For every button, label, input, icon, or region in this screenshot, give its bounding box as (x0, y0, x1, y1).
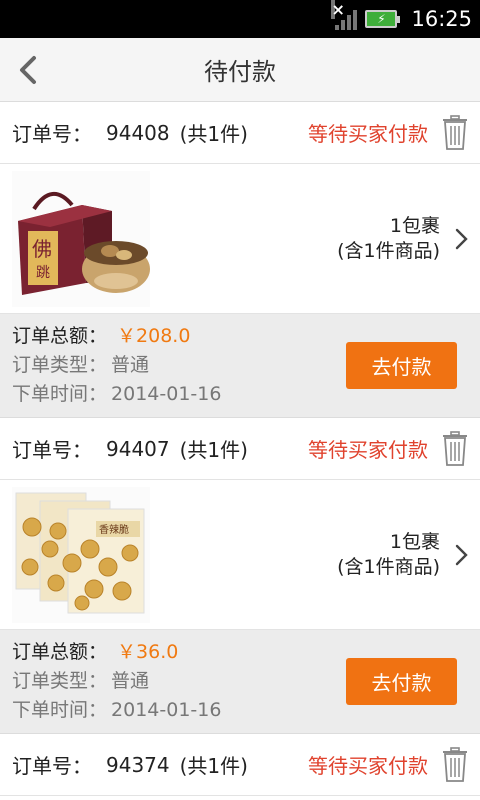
order-total-line: 订单总额： ￥208.0 (12, 324, 221, 349)
order-type-line: 订单类型： 普通 (12, 669, 221, 694)
pay-button[interactable]: 去付款 (346, 658, 457, 705)
package-info: 1包裹 (含1件商品) (337, 530, 440, 580)
order-time-value: 2014-01-16 (111, 699, 222, 721)
chevron-left-icon (20, 56, 36, 84)
pay-button[interactable]: 去付款 (346, 342, 457, 389)
order-type-value: 普通 (111, 670, 150, 692)
order-total-line: 订单总额： ￥36.0 (12, 640, 221, 665)
trash-icon[interactable] (442, 430, 468, 467)
order-no-label: 订单号： (12, 122, 92, 146)
status-bar: × ⚡ 16:25 (0, 0, 480, 38)
product-image-snack-bags: 香辣脆 (12, 486, 150, 623)
chevron-right-icon (455, 544, 468, 565)
order-time-label: 下单时间： (12, 383, 108, 405)
order-summary: 订单总额： ￥36.0 订单类型： 普通 下单时间： 2014-01-16 去付款 (0, 630, 480, 734)
order-type-label: 订单类型： (12, 354, 108, 376)
page-header: 待付款 (0, 38, 480, 102)
package-item-count: (含1件商品) (337, 239, 440, 262)
no-signal-mark: × (331, 0, 345, 19)
order-item-row[interactable]: 佛 跳 1包裹 (含1件商品) (0, 164, 480, 314)
order-item-count: (共1件) (179, 754, 248, 778)
order-time-line: 下单时间： 2014-01-16 (12, 382, 221, 407)
order-type-label: 订单类型： (12, 670, 108, 692)
order-header: 订单号： 94408 (共1件) 等待买家付款 (0, 102, 480, 164)
order-status: 等待买家付款 (308, 438, 428, 462)
package-count: 1包裹 (389, 530, 440, 553)
order-status: 等待买家付款 (308, 122, 428, 146)
order-total-value: ￥208.0 (117, 325, 191, 347)
chevron-right-icon (455, 228, 468, 249)
order-no-value: 94374 (106, 752, 170, 777)
order-total-label: 订单总额： (12, 641, 108, 663)
trash-icon[interactable] (442, 114, 468, 151)
order-item-count: (共1件) (179, 122, 248, 146)
back-button[interactable] (10, 52, 46, 88)
order-header: 订单号： 94374 (共1件) 等待买家付款 (0, 734, 480, 796)
order-no-value: 94408 (106, 120, 170, 145)
order-total-value: ￥36.0 (117, 641, 179, 663)
svg-text:香辣脆: 香辣脆 (99, 523, 129, 536)
order-total-label: 订单总额： (12, 325, 108, 347)
order-time-value: 2014-01-16 (111, 383, 222, 405)
battery-charging-icon: ⚡ (365, 10, 401, 28)
order-summary: 订单总额： ￥208.0 订单类型： 普通 下单时间： 2014-01-16 去付款 (0, 314, 480, 418)
order-time-line: 下单时间： 2014-01-16 (12, 698, 221, 723)
order-no-label: 订单号： (12, 754, 92, 778)
order-type-value: 普通 (111, 354, 150, 376)
product-image-gift-box: 佛 跳 (12, 170, 150, 307)
svg-text:佛: 佛 (32, 237, 52, 261)
order-no-label: 订单号： (12, 438, 92, 462)
order-type-line: 订单类型： 普通 (12, 353, 221, 378)
trash-icon[interactable] (442, 746, 468, 783)
package-info: 1包裹 (含1件商品) (337, 214, 440, 264)
order-item-count: (共1件) (179, 438, 248, 462)
order-header: 订单号： 94407 (共1件) 等待买家付款 (0, 418, 480, 480)
order-item-row[interactable]: 香辣脆 1包裹 (含1件商品) (0, 480, 480, 630)
order-no-value: 94407 (106, 436, 170, 461)
clock: 16:25 (411, 7, 472, 31)
page-title: 待付款 (204, 58, 276, 86)
package-item-count: (含1件商品) (337, 555, 440, 578)
order-status: 等待买家付款 (308, 754, 428, 778)
signal-icon: × (331, 0, 358, 30)
svg-text:跳: 跳 (36, 265, 50, 281)
package-count: 1包裹 (389, 214, 440, 237)
order-time-label: 下单时间： (12, 699, 108, 721)
